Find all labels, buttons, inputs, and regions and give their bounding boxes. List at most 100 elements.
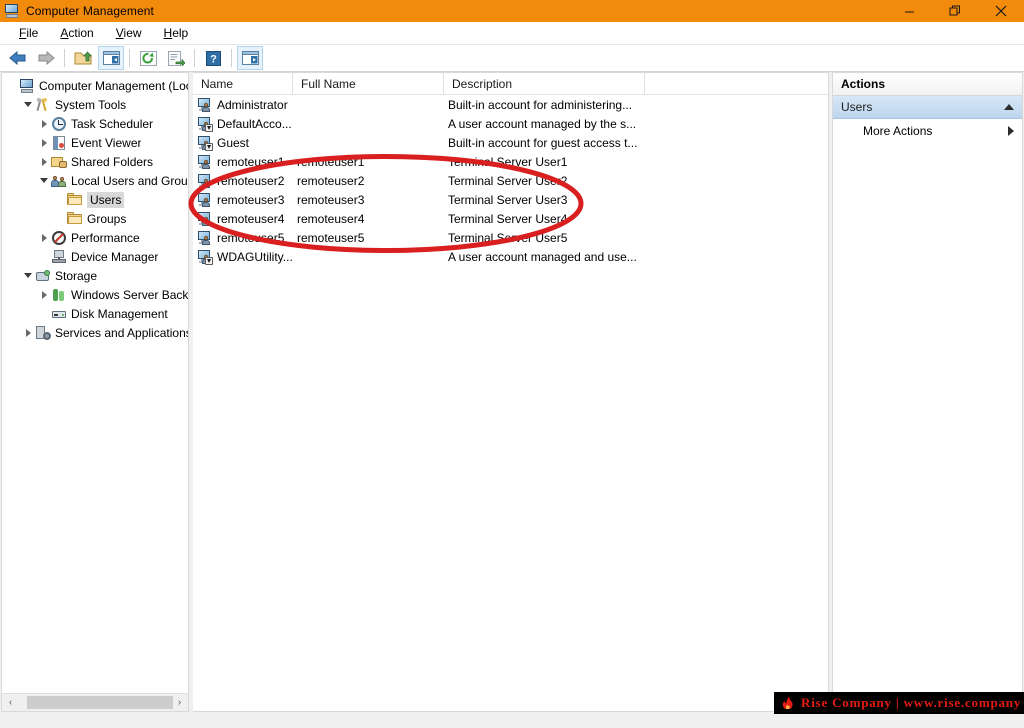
tree-expander-spacer xyxy=(37,247,51,266)
help-button[interactable]: ? xyxy=(200,46,226,70)
chevron-down-icon[interactable] xyxy=(37,171,51,190)
column-header-filler xyxy=(645,73,828,94)
tree-expander-spacer xyxy=(53,209,67,228)
users-list: Administrator Built-in account for admini… xyxy=(193,95,828,711)
column-header-full-name[interactable]: Full Name xyxy=(293,73,444,94)
show-hide-tree-button[interactable] xyxy=(98,46,124,70)
services-apps-icon xyxy=(35,325,51,341)
close-button[interactable] xyxy=(978,0,1024,22)
tree-item-device-manager[interactable]: Device Manager xyxy=(2,247,188,266)
table-row[interactable]: remoteuser2 remoteuser2 Terminal Server Us… xyxy=(193,171,828,190)
chevron-right-icon[interactable] xyxy=(37,285,51,304)
tree-item-computer-management-local[interactable]: Computer Management (Local xyxy=(2,76,188,95)
tree-item-shared-folders[interactable]: Shared Folders xyxy=(2,152,188,171)
chevron-right-icon[interactable] xyxy=(21,323,35,342)
table-row[interactable]: DefaultAcco... A user account managed by … xyxy=(193,114,828,133)
actions-pane: Actions Users More Actions xyxy=(832,72,1023,712)
menu-view-rest: iew xyxy=(123,26,142,40)
cell-description: Built-in account for administering... xyxy=(448,97,633,112)
tree-item-windows-server-backup[interactable]: Windows Server Backup xyxy=(2,285,188,304)
tree-item-storage[interactable]: Storage xyxy=(2,266,188,285)
triangle-right-icon xyxy=(1008,126,1014,136)
back-button[interactable] xyxy=(5,46,31,70)
chevron-down-icon[interactable] xyxy=(21,95,35,114)
tree-item-event-viewer[interactable]: Event Viewer xyxy=(2,133,188,152)
tree-item-label: Services and Applications xyxy=(55,325,188,340)
chevron-right-icon[interactable] xyxy=(37,228,51,247)
scroll-left-arrow[interactable]: ‹ xyxy=(2,694,19,711)
tree-item-label: Shared Folders xyxy=(71,154,154,169)
tree-item-local-users-and-groups[interactable]: Local Users and Groups xyxy=(2,171,188,190)
tree-item-label: Task Scheduler xyxy=(71,116,154,131)
scroll-thumb[interactable] xyxy=(27,696,173,709)
list-column-headers: Name Full Name Description xyxy=(193,73,828,95)
table-row[interactable]: remoteuser1 remoteuser1 Terminal Server Us… xyxy=(193,152,828,171)
forward-button[interactable] xyxy=(33,46,59,70)
scroll-track[interactable] xyxy=(19,694,173,711)
chevron-right-icon[interactable] xyxy=(37,133,51,152)
cell-full-name: remoteuser2 xyxy=(297,173,365,188)
toolbar-separator xyxy=(231,49,232,67)
cell-name: remoteuser4 xyxy=(217,211,285,226)
export-list-button[interactable] xyxy=(163,46,189,70)
window-controls xyxy=(886,0,1024,22)
cell-description: A user account managed by the s... xyxy=(448,116,637,131)
table-row[interactable]: remoteuser4 remoteuser4 Terminal Server Us… xyxy=(193,209,828,228)
column-header-description[interactable]: Description xyxy=(444,73,645,94)
up-folder-icon xyxy=(74,51,92,65)
restore-button[interactable] xyxy=(932,0,978,22)
tree-item-groups[interactable]: Groups xyxy=(2,209,188,228)
tree-horizontal-scrollbar[interactable]: ‹ › xyxy=(2,693,188,711)
user-account-disabled-icon xyxy=(197,249,213,265)
tree-item-users[interactable]: Users xyxy=(2,190,188,209)
tree-item-label: System Tools xyxy=(55,97,127,112)
actions-item-more-actions[interactable]: More Actions xyxy=(833,119,1022,143)
triangle-up-icon[interactable] xyxy=(1004,104,1014,110)
table-row[interactable]: remoteuser5 remoteuser5 Terminal Server Us… xyxy=(193,228,828,247)
menu-help[interactable]: Help xyxy=(153,23,200,43)
refresh-button[interactable] xyxy=(135,46,161,70)
properties-button[interactable] xyxy=(237,46,263,70)
table-row[interactable]: Administrator Built-in account for admini… xyxy=(193,95,828,114)
device-manager-icon xyxy=(51,249,67,265)
tree-item-system-tools[interactable]: System Tools xyxy=(2,95,188,114)
minimize-button[interactable] xyxy=(886,0,932,22)
scroll-right-arrow[interactable]: › xyxy=(171,694,188,711)
tree-item-disk-management[interactable]: Disk Management xyxy=(2,304,188,323)
flame-hand-icon xyxy=(780,695,796,711)
chevron-down-icon[interactable] xyxy=(21,266,35,285)
tree-item-performance[interactable]: Performance xyxy=(2,228,188,247)
toolbar-separator xyxy=(64,49,65,67)
users-list-pane: Name Full Name Description Administrator… xyxy=(193,72,829,712)
menu-file[interactable]: File xyxy=(8,23,49,43)
tree-item-services-and-applications[interactable]: Services and Applications xyxy=(2,323,188,342)
console-tree-pane: Computer Management (Local System Tools Ta… xyxy=(1,72,189,712)
user-account-icon xyxy=(197,173,213,189)
storage-icon xyxy=(35,268,51,284)
menu-view[interactable]: View xyxy=(105,23,153,43)
tree-item-label: Users xyxy=(87,191,125,208)
user-account-disabled-icon xyxy=(197,135,213,151)
cell-full-name: remoteuser1 xyxy=(297,154,365,169)
cell-name: WDAGUtility... xyxy=(217,249,293,264)
table-row[interactable]: WDAGUtility... A user account managed and… xyxy=(193,247,828,266)
desktop-background xyxy=(0,713,1024,728)
actions-group-users[interactable]: Users xyxy=(833,96,1022,119)
chevron-right-icon[interactable] xyxy=(37,114,51,133)
backup-icon xyxy=(51,287,67,303)
table-row[interactable]: Guest Built-in account for guest access t… xyxy=(193,133,828,152)
menu-action[interactable]: Action xyxy=(49,23,104,43)
tree-item-label: Local Users and Groups xyxy=(71,173,188,188)
chevron-right-icon[interactable] xyxy=(37,152,51,171)
tree-item-label: Groups xyxy=(87,211,127,226)
table-row[interactable]: remoteuser3 remoteuser3 Terminal Server Us… xyxy=(193,190,828,209)
local-users-groups-icon xyxy=(51,173,67,189)
actions-group-label: Users xyxy=(841,100,873,114)
computer-management-icon xyxy=(19,78,35,94)
cell-name: remoteuser1 xyxy=(217,154,285,169)
tree-item-label: Disk Management xyxy=(71,306,168,321)
up-one-level-button[interactable] xyxy=(70,46,96,70)
column-header-name[interactable]: Name xyxy=(193,73,293,94)
menu-file-rest: ile xyxy=(26,26,39,40)
tree-item-task-scheduler[interactable]: Task Scheduler xyxy=(2,114,188,133)
